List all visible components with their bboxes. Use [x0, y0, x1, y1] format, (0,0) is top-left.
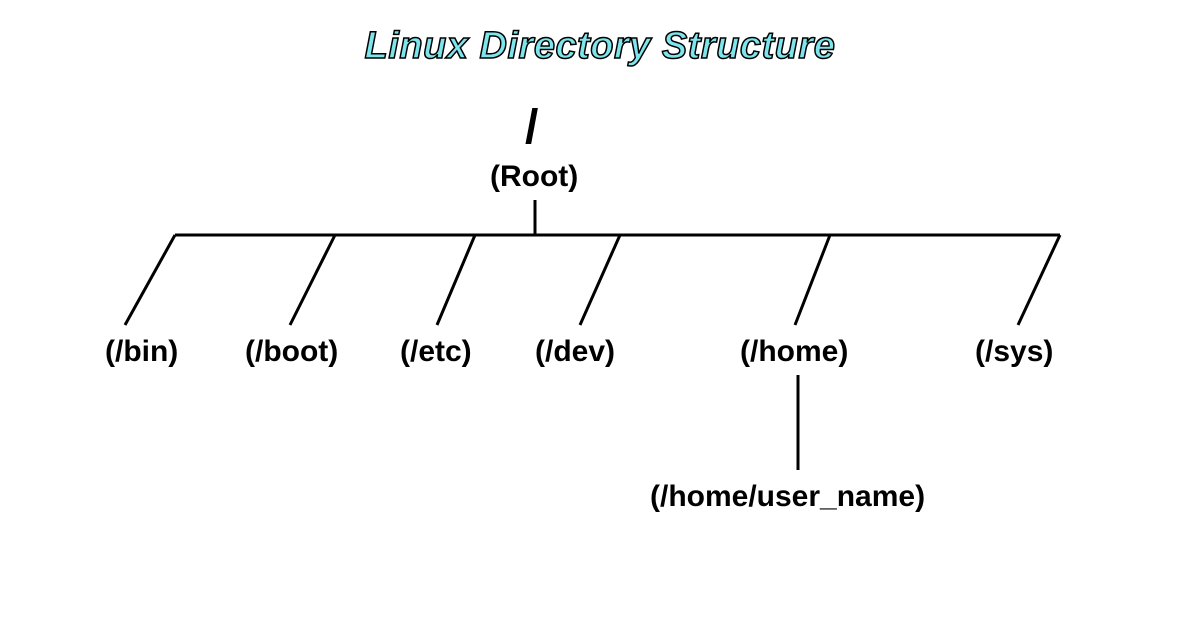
node-sys: (/sys): [975, 335, 1053, 369]
tree-connectors: [0, 0, 1200, 630]
root-symbol: /: [525, 100, 538, 155]
root-label: (Root): [490, 160, 578, 194]
node-boot: (/boot): [245, 335, 338, 369]
node-bin: (/bin): [105, 335, 178, 369]
node-username: (/home/user_name): [650, 480, 925, 514]
diagram-title: Linux Directory Structure: [365, 25, 836, 68]
node-dev: (/dev): [535, 335, 615, 369]
node-etc: (/etc): [400, 335, 472, 369]
node-home: (/home): [740, 335, 848, 369]
